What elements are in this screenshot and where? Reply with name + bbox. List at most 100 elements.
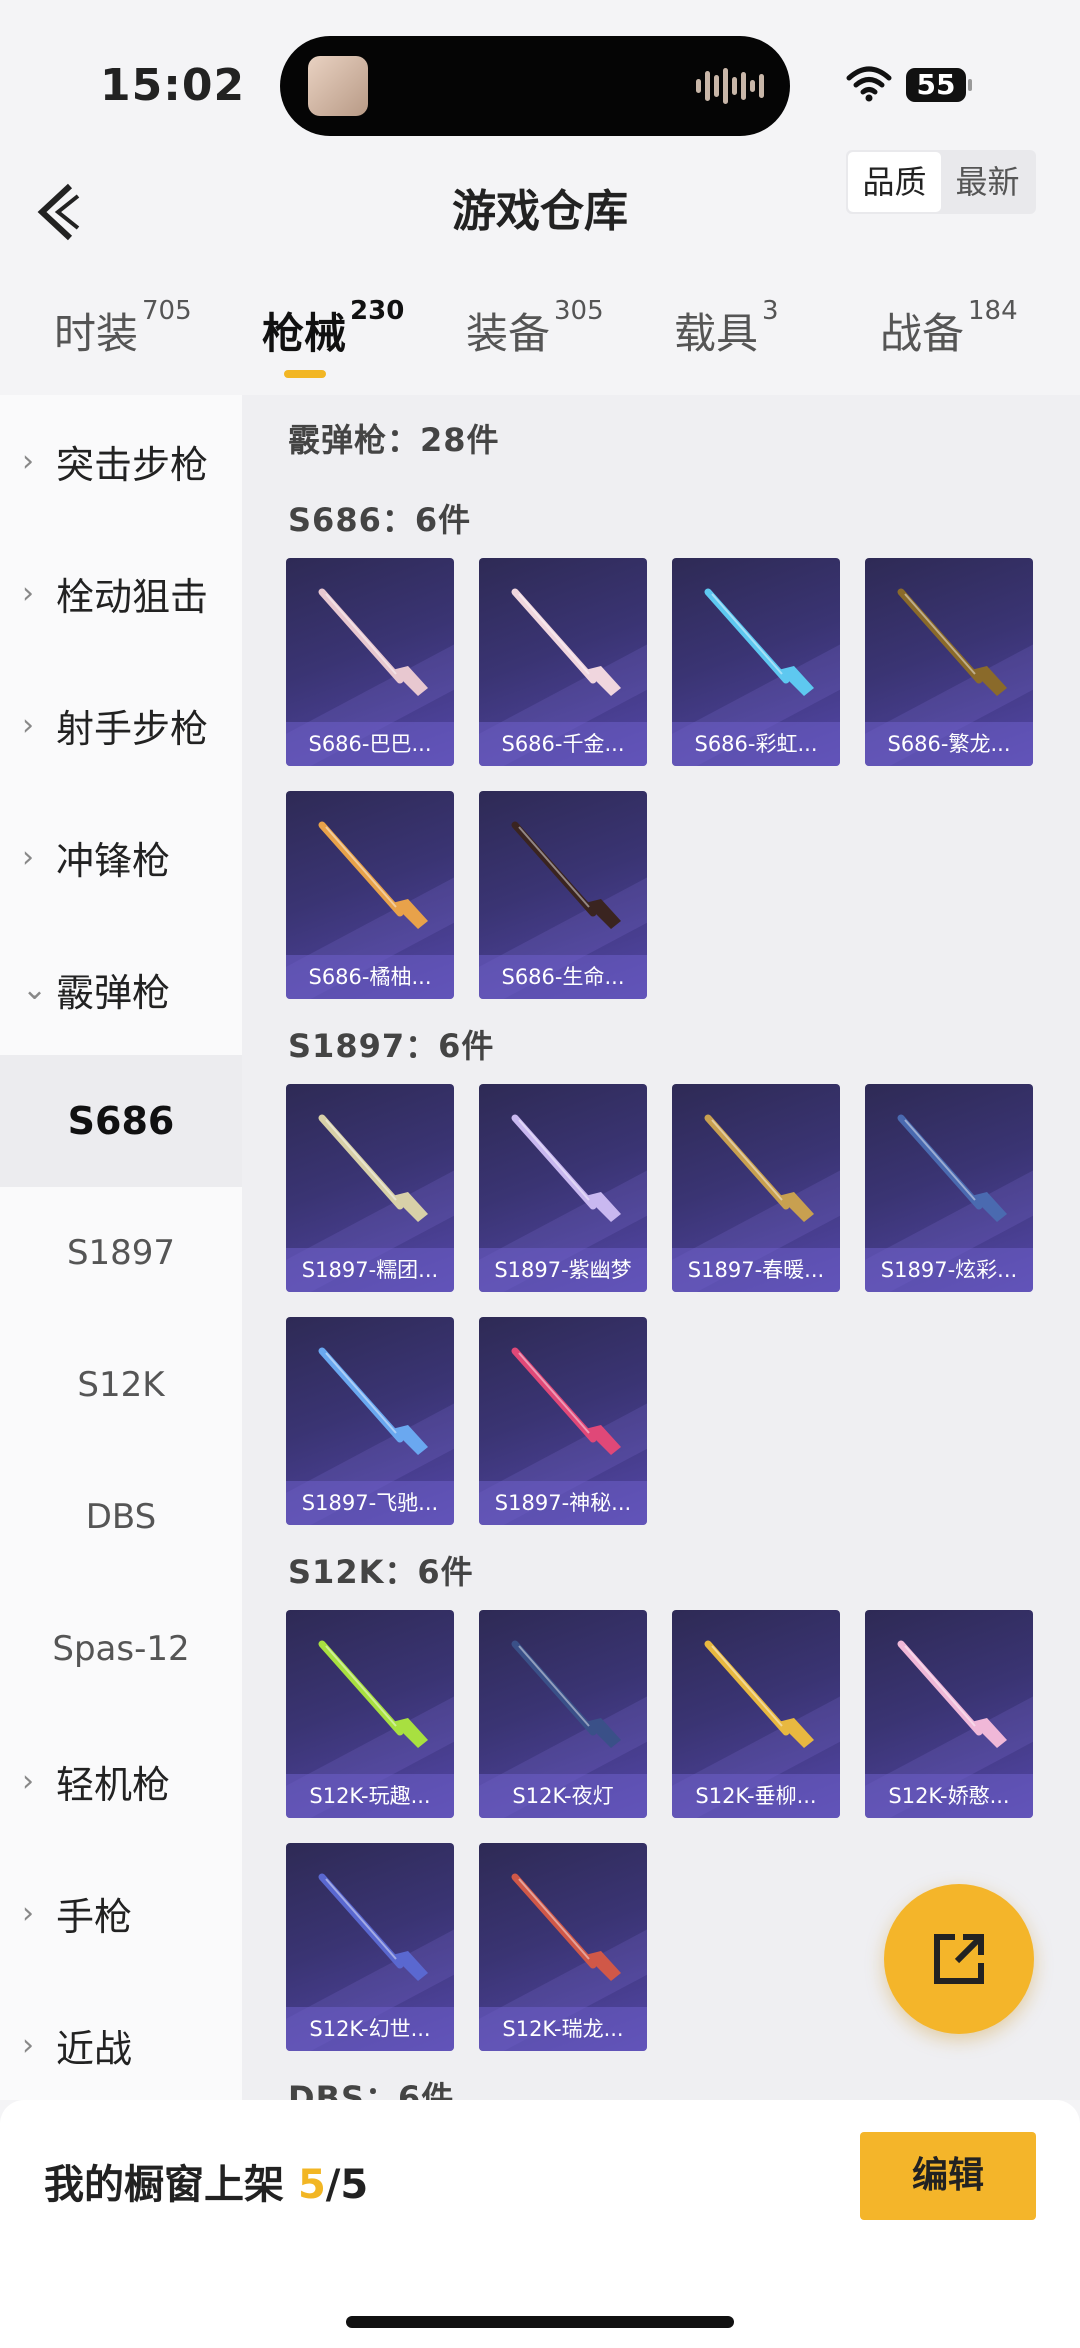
skin-card[interactable]: S12K-垂柳... <box>672 1610 840 1818</box>
sort-toggle: 品质 最新 <box>846 150 1036 214</box>
weapon-skin-image <box>897 1114 1007 1222</box>
weapon-skin-image <box>318 1640 428 1748</box>
skin-card-label: S686-千金... <box>479 722 647 766</box>
skin-card[interactable]: S12K-玩趣... <box>286 1610 454 1818</box>
status-bar: 15:02 55 <box>0 0 1080 150</box>
sidebar-subitem-s12k[interactable]: S12K <box>0 1319 242 1451</box>
skin-card[interactable]: S1897-神秘... <box>479 1317 647 1525</box>
weapon-category-sidebar: › 突击步枪 › 栓动狙击 › 射手步枪 › 冲锋枪 ⌄ 霰弹枪 S686 S1897 S… <box>0 395 242 2100</box>
weapon-skin-image <box>511 1640 621 1748</box>
skin-card[interactable]: S686-生命... <box>479 791 647 999</box>
skin-card-label: S12K-娇憨... <box>865 1774 1033 1818</box>
dynamic-island[interactable] <box>280 36 790 136</box>
skin-card-label: S1897-炫彩... <box>865 1248 1033 1292</box>
active-tab-indicator <box>284 370 326 378</box>
skin-card[interactable]: S1897-紫幽梦 <box>479 1084 647 1292</box>
skin-card[interactable]: S1897-春暖... <box>672 1084 840 1292</box>
chevron-right-icon: › <box>22 443 34 479</box>
chevron-right-icon: › <box>22 2027 34 2063</box>
sidebar-item-melee[interactable]: › 近战 <box>0 1979 242 2111</box>
chevron-right-icon: › <box>22 707 34 743</box>
skin-card-label: S1897-紫幽梦 <box>479 1248 647 1292</box>
audio-wave-icon <box>696 66 764 106</box>
skin-card-label: S12K-垂柳... <box>672 1774 840 1818</box>
skin-card-label: S686-巴巴... <box>286 722 454 766</box>
skin-card-label: S686-生命... <box>479 955 647 999</box>
weapon-skin-image <box>511 1347 621 1455</box>
skin-card[interactable]: S12K-瑞龙... <box>479 1843 647 2051</box>
skin-card-label: S12K-瑞龙... <box>479 2007 647 2051</box>
sidebar-item-bolt-sniper[interactable]: › 栓动狙击 <box>0 527 242 659</box>
sidebar-subitem-s686[interactable]: S686 <box>0 1055 242 1187</box>
skin-card-label: S12K-夜灯 <box>479 1774 647 1818</box>
skin-card[interactable]: S1897-飞驰... <box>286 1317 454 1525</box>
weapon-skin-image <box>897 1640 1007 1748</box>
tab-vehicles[interactable]: 载具 3 <box>674 296 779 361</box>
weapon-skin-image <box>897 588 1007 696</box>
bottom-bar: 我的橱窗上架 5/5 编辑 <box>0 2100 1080 2348</box>
weapon-skin-image <box>318 1347 428 1455</box>
sort-newest-button[interactable]: 最新 <box>941 152 1034 212</box>
skin-card-label: S686-橘柚... <box>286 955 454 999</box>
section-heading: S12K：6件 <box>288 1553 474 1591</box>
weapon-skin-image <box>511 1873 621 1981</box>
sidebar-item-pistol[interactable]: › 手枪 <box>0 1847 242 1979</box>
weapon-skin-image <box>318 1873 428 1981</box>
skin-card-label: S686-彩虹... <box>672 722 840 766</box>
skin-card-label: S1897-神秘... <box>479 1481 647 1525</box>
wifi-icon <box>846 66 892 102</box>
weapon-skin-image <box>318 1114 428 1222</box>
status-time: 15:02 <box>100 60 246 111</box>
tab-firearms[interactable]: 枪械 230 <box>262 296 404 361</box>
tab-supplies[interactable]: 战备 184 <box>880 296 1018 361</box>
chevron-right-icon: › <box>22 1895 34 1931</box>
skin-card[interactable]: S686-彩虹... <box>672 558 840 766</box>
sidebar-subitem-s1897[interactable]: S1897 <box>0 1187 242 1319</box>
sidebar-item-marksman-rifle[interactable]: › 射手步枪 <box>0 659 242 791</box>
chevron-down-icon: ⌄ <box>22 971 48 1007</box>
sidebar-item-lmg[interactable]: › 轻机枪 <box>0 1715 242 1847</box>
tab-equipment[interactable]: 装备 305 <box>466 296 604 361</box>
skin-card[interactable]: S686-橘柚... <box>286 791 454 999</box>
weapon-skin-image <box>318 821 428 929</box>
skin-card[interactable]: S12K-娇憨... <box>865 1610 1033 1818</box>
section-heading: S686：6件 <box>288 501 472 539</box>
skin-card-label: S686-繁龙... <box>865 722 1033 766</box>
sidebar-item-assault-rifle[interactable]: › 突击步枪 <box>0 395 242 527</box>
weapon-skin-image <box>704 1640 814 1748</box>
sort-quality-button[interactable]: 品质 <box>848 152 941 212</box>
tab-fashion[interactable]: 时装 705 <box>54 296 192 361</box>
home-indicator[interactable] <box>346 2316 734 2328</box>
sidebar-item-shotgun[interactable]: ⌄ 霰弹枪 <box>0 923 242 1055</box>
weapon-skin-image <box>704 588 814 696</box>
skin-card-label: S1897-糯团... <box>286 1248 454 1292</box>
skin-card[interactable]: S686-繁龙... <box>865 558 1033 766</box>
showcase-shelf-status: 我的橱窗上架 5/5 <box>44 2162 369 2208</box>
skin-grid-area[interactable]: 霰弹枪：28件 S686：6件 S1897：6件 S12K：6件 DBS：6件 … <box>242 395 1080 2100</box>
weapon-skin-image <box>511 821 621 929</box>
section-heading: S1897：6件 <box>288 1027 495 1065</box>
skin-card[interactable]: S1897-炫彩... <box>865 1084 1033 1292</box>
skin-card-label: S12K-幻世... <box>286 2007 454 2051</box>
chevron-right-icon: › <box>22 575 34 611</box>
skin-card-label: S12K-玩趣... <box>286 1774 454 1818</box>
skin-card[interactable]: S1897-糯团... <box>286 1084 454 1292</box>
skin-card-label: S1897-春暖... <box>672 1248 840 1292</box>
weapon-skin-image <box>704 1114 814 1222</box>
sidebar-subitem-spas12[interactable]: Spas-12 <box>0 1583 242 1715</box>
skin-card[interactable]: S686-千金... <box>479 558 647 766</box>
skin-card[interactable]: S12K-夜灯 <box>479 1610 647 1818</box>
edit-button[interactable]: 编辑 <box>860 2132 1036 2220</box>
share-fab-button[interactable] <box>884 1884 1034 2034</box>
now-playing-artwork <box>308 56 368 116</box>
skin-card[interactable]: S12K-幻世... <box>286 1843 454 2051</box>
category-heading: 霰弹枪：28件 <box>288 421 500 459</box>
weapon-skin-image <box>318 588 428 696</box>
section-heading: DBS：6件 <box>288 2079 455 2100</box>
battery-indicator: 55 <box>906 68 972 102</box>
share-external-icon <box>934 1934 984 1984</box>
sidebar-item-smg[interactable]: › 冲锋枪 <box>0 791 242 923</box>
skin-card-label: S1897-飞驰... <box>286 1481 454 1525</box>
skin-card[interactable]: S686-巴巴... <box>286 558 454 766</box>
sidebar-subitem-dbs[interactable]: DBS <box>0 1451 242 1583</box>
